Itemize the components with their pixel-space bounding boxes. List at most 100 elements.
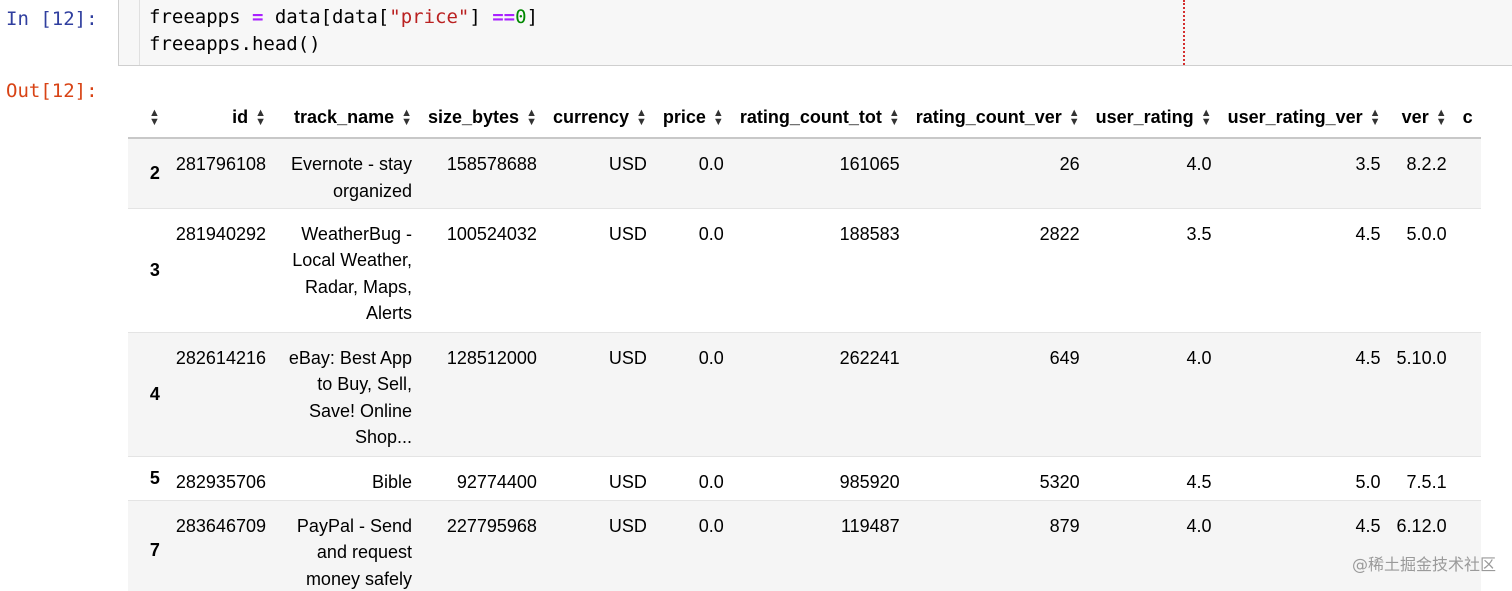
dataframe-table: ▲ ▼ id ▲ ▼ track_name ▲ ▼ size_bytes ▲ ▼ currency ▲ ▼… <box>128 97 1481 591</box>
column-header-label: id <box>232 106 249 127</box>
cell-ver: 5.0.0 <box>1406 223 1447 244</box>
cell-currency: USD <box>608 223 647 244</box>
cell-user-rating: 4.0 <box>1186 154 1212 174</box>
column-header-user_rating[interactable]: user_rating ▲ ▼ <box>1087 97 1220 139</box>
column-header-ver[interactable]: ver ▲ ▼ <box>1388 97 1455 139</box>
cell-user-rating: 4.5 <box>1186 471 1212 492</box>
cell-currency: USD <box>608 347 647 368</box>
column-header-rating_count_tot[interactable]: rating_count_tot ▲ ▼ <box>731 97 908 139</box>
cell-truncated <box>1455 500 1481 591</box>
cell-track-name: WeatherBug - Local Weather, Radar, Maps,… <box>292 223 412 324</box>
cell-ver: 8.2.2 <box>1406 154 1447 174</box>
cell-rating-count-tot: 262241 <box>839 347 900 368</box>
cell-rating-count-tot: 161065 <box>839 154 900 174</box>
column-header-label: size_bytes <box>428 106 520 127</box>
table-row: 7 283646709 PayPal - Send and request mone… <box>128 500 1481 591</box>
table-row: 2 281796108 Evernote - stay organized 15857… <box>128 138 1481 208</box>
column-header-size_bytes[interactable]: size_bytes ▲ ▼ <box>420 97 545 139</box>
cell-user-rating: 4.0 <box>1186 515 1212 536</box>
cell-user-rating-ver: 4.5 <box>1355 515 1381 536</box>
cell-track-name: PayPal - Send and request money safely <box>296 515 412 589</box>
table-row: 3 281940292 WeatherBug - Local Weather, Ra… <box>128 208 1481 332</box>
cell-rating-count-ver: 649 <box>1049 347 1080 368</box>
code-cell[interactable]: freeapps = data[data["price"] ==0] freea… <box>118 0 1512 66</box>
table-header-row: ▲ ▼ id ▲ ▼ track_name ▲ ▼ size_bytes ▲ ▼ currency ▲ ▼… <box>128 97 1481 139</box>
sort-arrows-icon[interactable]: ▲ ▼ <box>401 107 412 127</box>
cell-size-bytes: 227795968 <box>446 515 537 536</box>
column-header-label: currency <box>552 106 629 127</box>
sort-arrows-icon[interactable]: ▲ ▼ <box>636 107 647 127</box>
cell-id: 281940292 <box>175 223 266 244</box>
cell-size-bytes: 92774400 <box>456 471 537 492</box>
cell-rating-count-ver: 26 <box>1059 154 1080 174</box>
row-index: 2 <box>149 163 160 183</box>
cell-truncated <box>1455 332 1481 456</box>
column-header-user_rating_ver[interactable]: user_rating_ver ▲ ▼ <box>1219 97 1389 139</box>
sort-arrows-icon[interactable]: ▲ ▼ <box>1069 107 1080 127</box>
table-row: 5 282935706 Bible 92774400 USD 0.0 985920 5320 4… <box>128 456 1481 500</box>
cell-truncated <box>1455 208 1481 332</box>
cell-price: 0.0 <box>698 471 724 492</box>
sort-arrows-icon[interactable]: ▲ ▼ <box>526 107 537 127</box>
sort-arrows-icon[interactable]: ▲ ▼ <box>255 107 266 127</box>
column-header-label: ver <box>1401 106 1429 127</box>
column-header-c[interactable]: c <box>1454 97 1481 139</box>
column-header-index[interactable]: ▲ ▼ <box>128 97 168 139</box>
cell-rating-count-ver: 2822 <box>1039 223 1080 244</box>
cell-id: 283646709 <box>175 515 266 536</box>
cell-ver: 5.10.0 <box>1396 347 1447 368</box>
cell-user-rating: 3.5 <box>1186 223 1212 244</box>
cell-ver: 7.5.1 <box>1406 471 1447 492</box>
cell-rating-count-tot: 985920 <box>839 471 900 492</box>
output-prompt: Out[12]: <box>6 80 98 102</box>
cell-rating-count-tot: 119487 <box>840 515 900 536</box>
sort-arrows-icon[interactable]: ▲ ▼ <box>1436 107 1447 127</box>
input-prompt: In [12]: <box>6 8 98 30</box>
column-header-label: price <box>662 106 706 127</box>
cell-track-name: Bible <box>371 471 412 492</box>
code-line-1: freeapps = data[data["price"] ==0] <box>149 6 539 28</box>
cell-track-name: Evernote - stay organized <box>290 154 412 201</box>
cell-truncated <box>1455 138 1481 208</box>
line-length-ruler <box>1183 0 1185 65</box>
cell-rating-count-ver: 879 <box>1049 515 1080 536</box>
row-index: 7 <box>149 539 160 560</box>
column-header-label: rating_count_tot <box>739 106 882 127</box>
dataframe-output: ▲ ▼ id ▲ ▼ track_name ▲ ▼ size_bytes ▲ ▼ currency ▲ ▼… <box>128 97 1512 591</box>
column-header-rating_count_ver[interactable]: rating_count_ver ▲ ▼ <box>907 97 1088 139</box>
cell-user-rating-ver: 3.5 <box>1355 154 1381 174</box>
column-header-id[interactable]: id ▲ ▼ <box>167 97 274 139</box>
cell-price: 0.0 <box>698 347 724 368</box>
column-header-currency[interactable]: currency ▲ ▼ <box>544 97 655 139</box>
table-row: 4 282614216 eBay: Best App to Buy, Sell, S… <box>128 332 1481 456</box>
table-body: 2 281796108 Evernote - stay organized 15857… <box>128 138 1481 591</box>
cell-price: 0.0 <box>698 515 724 536</box>
sort-arrows-icon[interactable]: ▲ ▼ <box>1370 107 1381 127</box>
cell-currency: USD <box>608 515 647 536</box>
sort-arrows-icon[interactable]: ▲ ▼ <box>889 107 900 127</box>
column-header-price[interactable]: price ▲ ▼ <box>654 97 732 139</box>
column-header-track_name[interactable]: track_name ▲ ▼ <box>274 97 420 139</box>
cell-rating-count-tot: 188583 <box>839 223 900 244</box>
cell-currency: USD <box>608 471 647 492</box>
cell-ver: 6.12.0 <box>1396 515 1447 536</box>
column-header-label: rating_count_ver <box>915 106 1062 127</box>
cell-id: 282614216 <box>175 347 266 368</box>
sort-arrows-icon[interactable]: ▲ ▼ <box>1201 107 1212 127</box>
column-header-label: track_name <box>294 106 395 127</box>
cell-truncated <box>1455 456 1481 500</box>
cell-user-rating: 4.0 <box>1186 347 1212 368</box>
column-header-label: c <box>1462 106 1473 127</box>
cell-size-bytes: 100524032 <box>446 223 537 244</box>
cell-size-bytes: 128512000 <box>446 347 537 368</box>
sort-arrows-icon[interactable]: ▲ ▼ <box>713 107 724 127</box>
sort-arrows-icon[interactable]: ▲ ▼ <box>149 107 160 127</box>
watermark: @稀土掘金技术社区 <box>1351 555 1496 574</box>
cell-id: 281796108 <box>175 154 266 174</box>
code-editor[interactable]: freeapps = data[data["price"] ==0] freea… <box>139 0 1512 65</box>
cell-track-name: eBay: Best App to Buy, Sell, Save! Onlin… <box>288 347 412 448</box>
cell-size-bytes: 158578688 <box>446 154 537 174</box>
cell-user-rating-ver: 5.0 <box>1355 471 1381 492</box>
cell-id: 282935706 <box>175 471 266 492</box>
cell-user-rating-ver: 4.5 <box>1355 223 1381 244</box>
